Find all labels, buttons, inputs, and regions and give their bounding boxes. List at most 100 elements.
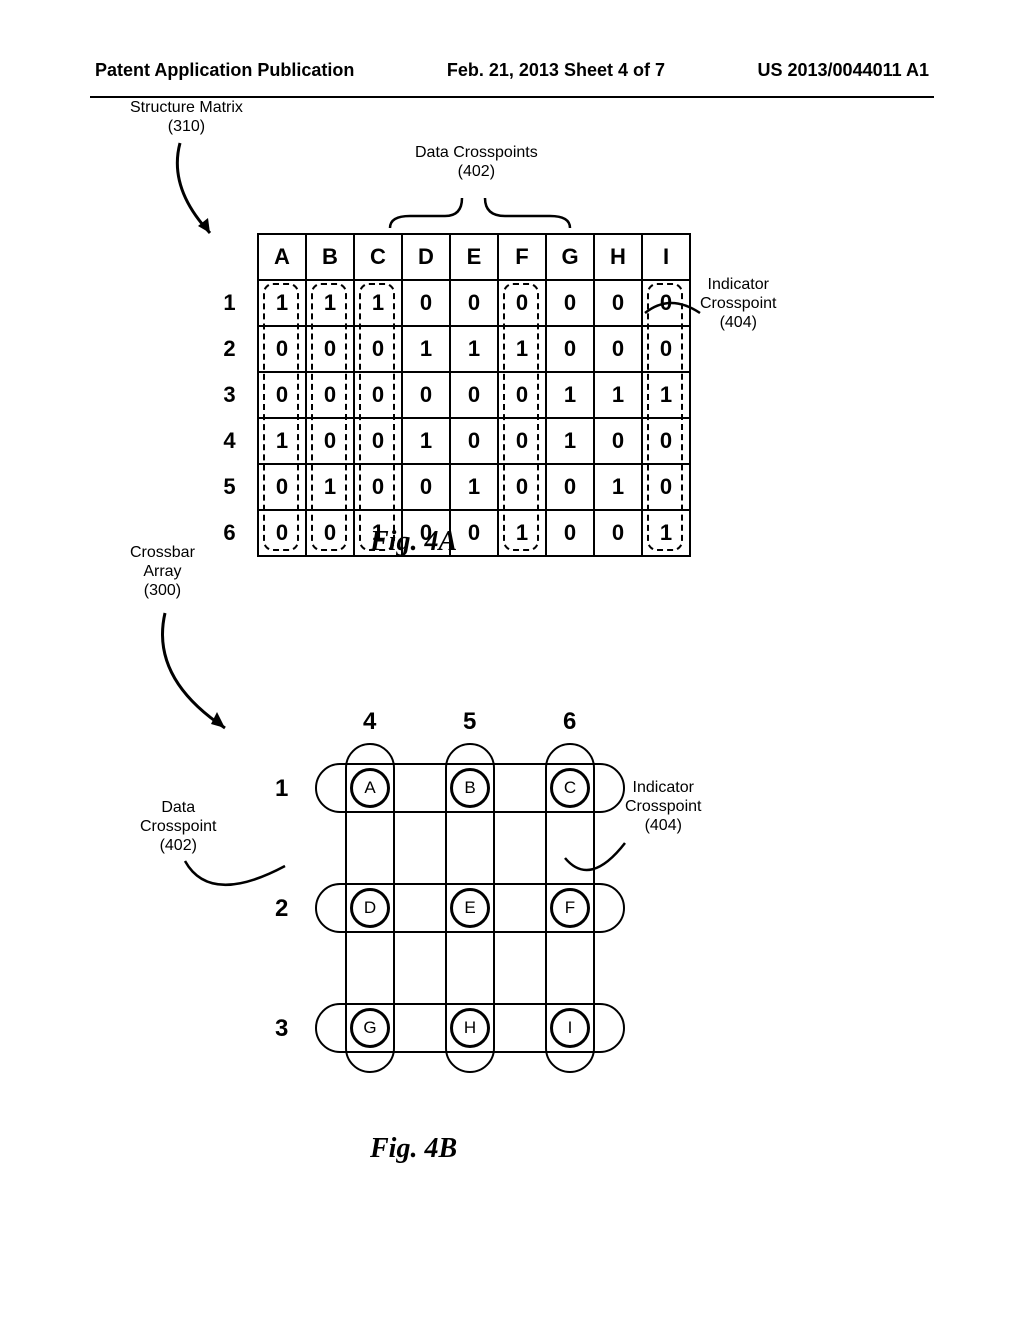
cell-3E: 0: [450, 372, 498, 418]
row-head-2: 2: [210, 326, 258, 372]
cell-6I: 1: [642, 510, 690, 556]
col-head-F: F: [498, 234, 546, 280]
cb-col-6: 6: [563, 708, 576, 736]
data-crosspoint-bottom-label: Data Crosspoint (402): [140, 798, 216, 856]
cell-2C: 0: [354, 326, 402, 372]
cell-1G: 0: [546, 280, 594, 326]
cell-1D: 0: [402, 280, 450, 326]
cell-2D: 1: [402, 326, 450, 372]
cell-1A: 1: [258, 280, 306, 326]
node-A: A: [350, 768, 390, 808]
cell-5H: 1: [594, 464, 642, 510]
crossbar-leader-icon: [155, 608, 255, 738]
structure-matrix-label: Structure Matrix (310): [130, 98, 243, 136]
cell-2H: 0: [594, 326, 642, 372]
matrix-grid: A B C D E F G H I 1 1 1 1 0 0 0 0 0 0: [210, 233, 691, 557]
content-area: Structure Matrix (310) Data Crosspoints …: [0, 98, 1024, 148]
col-head-D: D: [402, 234, 450, 280]
dc-bottom-text1: Data: [161, 799, 195, 816]
cell-5G: 0: [546, 464, 594, 510]
cell-4B: 0: [306, 418, 354, 464]
crossbar-array-text1: Crossbar: [130, 544, 195, 561]
node-H: H: [450, 1008, 490, 1048]
cell-1B: 1: [306, 280, 354, 326]
row-head-6: 6: [210, 510, 258, 556]
cell-5A: 0: [258, 464, 306, 510]
dc-bottom-ref: (402): [160, 837, 197, 854]
node-B: B: [450, 768, 490, 808]
dc-bottom-text2: Crosspoint: [140, 818, 216, 835]
cell-2G: 0: [546, 326, 594, 372]
col-head-B: B: [306, 234, 354, 280]
cell-6G: 0: [546, 510, 594, 556]
structure-matrix-table: A B C D E F G H I 1 1 1 1 0 0 0 0 0 0: [210, 233, 691, 557]
cell-1H: 0: [594, 280, 642, 326]
cell-6B: 0: [306, 510, 354, 556]
cell-3G: 1: [546, 372, 594, 418]
cell-2E: 1: [450, 326, 498, 372]
cell-1E: 0: [450, 280, 498, 326]
node-E: E: [450, 888, 490, 928]
cell-2A: 0: [258, 326, 306, 372]
col-head-C: C: [354, 234, 402, 280]
node-D: D: [350, 888, 390, 928]
cell-2B: 0: [306, 326, 354, 372]
cell-4I: 0: [642, 418, 690, 464]
col-head-I: I: [642, 234, 690, 280]
crossbar-array-ref: (300): [144, 582, 181, 599]
cell-6E: 0: [450, 510, 498, 556]
data-crosspoints-ref: (402): [458, 163, 495, 180]
cell-2F: 1: [498, 326, 546, 372]
col-head-H: H: [594, 234, 642, 280]
cell-3C: 0: [354, 372, 402, 418]
cell-6A: 0: [258, 510, 306, 556]
col-head-G: G: [546, 234, 594, 280]
page-header: Patent Application Publication Feb. 21, …: [0, 0, 1024, 91]
cell-4F: 0: [498, 418, 546, 464]
cell-1F: 0: [498, 280, 546, 326]
structure-matrix-text: Structure Matrix: [130, 99, 243, 116]
cell-4C: 0: [354, 418, 402, 464]
indicator-ref: (404): [720, 314, 757, 331]
cell-6H: 0: [594, 510, 642, 556]
row-head-3: 3: [210, 372, 258, 418]
node-F: F: [550, 888, 590, 928]
cell-4A: 1: [258, 418, 306, 464]
header-left: Patent Application Publication: [95, 60, 354, 81]
cell-5F: 0: [498, 464, 546, 510]
cell-5I: 0: [642, 464, 690, 510]
crossbar-array-label: Crossbar Array (300): [130, 543, 195, 601]
cb-row-2: 2: [275, 895, 288, 923]
header-center: Feb. 21, 2013 Sheet 4 of 7: [447, 60, 665, 81]
cell-2I: 0: [642, 326, 690, 372]
indicator-text2: Crosspoint: [700, 295, 776, 312]
row-head-1: 1: [210, 280, 258, 326]
row-head-5: 5: [210, 464, 258, 510]
data-crosspoints-label: Data Crosspoints (402): [415, 143, 538, 181]
cell-3B: 0: [306, 372, 354, 418]
cell-5D: 0: [402, 464, 450, 510]
crossbar-array-text2: Array: [143, 563, 181, 580]
data-crosspoints-brace-icon: [380, 188, 580, 238]
col-head-E: E: [450, 234, 498, 280]
cell-5E: 1: [450, 464, 498, 510]
node-G: G: [350, 1008, 390, 1048]
indicator-crosspoint-label: Indicator Crosspoint (404): [700, 275, 776, 333]
structure-matrix-leader-icon: [170, 138, 240, 248]
cb-col-4: 4: [363, 708, 376, 736]
cell-4G: 1: [546, 418, 594, 464]
col-head-A: A: [258, 234, 306, 280]
figure-4a-caption: Fig. 4A: [370, 526, 457, 558]
cell-5B: 1: [306, 464, 354, 510]
cell-1I: 0: [642, 280, 690, 326]
figure-4b-caption: Fig. 4B: [370, 1133, 457, 1165]
crossbar-array-diagram: 4 5 6 1 2 3 A B C D E F G H I: [260, 708, 660, 1158]
node-I: I: [550, 1008, 590, 1048]
cb-col-5: 5: [463, 708, 476, 736]
row-head-4: 4: [210, 418, 258, 464]
indicator-text1: Indicator: [708, 276, 769, 293]
cb-row-1: 1: [275, 775, 288, 803]
header-right: US 2013/0044011 A1: [758, 60, 929, 81]
data-crosspoints-text: Data Crosspoints: [415, 144, 538, 161]
cell-3A: 0: [258, 372, 306, 418]
